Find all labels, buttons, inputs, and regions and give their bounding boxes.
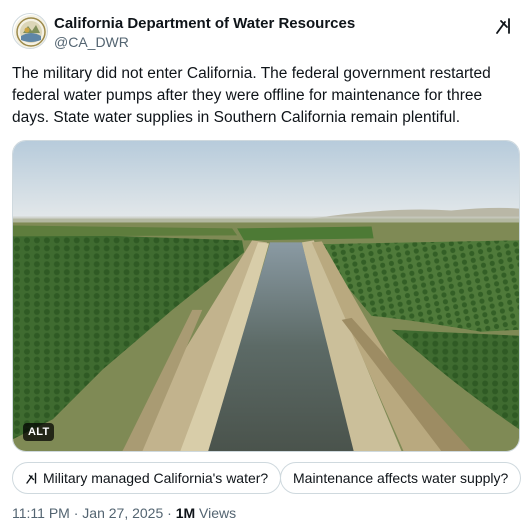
alt-text-badge[interactable]: ALT [23, 423, 55, 441]
grok-suggestion-chip[interactable]: Military managed California's water? [12, 462, 282, 494]
views-count: 1M [175, 505, 196, 521]
post-timestamp[interactable]: 11:11 PM · Jan 27, 2025 · [12, 505, 176, 521]
post-image[interactable]: ALT [12, 140, 520, 452]
account-handle[interactable]: @CA_DWR [54, 34, 129, 50]
chip-label: Maintenance affects water supply? [293, 470, 509, 486]
post-text: The military did not enter California. T… [12, 65, 491, 126]
account-display-name[interactable]: California Department of Water Resources [54, 15, 355, 32]
post-header: California Department of Water Resources… [12, 12, 520, 52]
grok-suggestions: Military managed California's water? Mai… [12, 462, 522, 494]
grok-icon[interactable] [492, 14, 516, 38]
aqueduct-photo [13, 141, 519, 451]
state-seal-icon [14, 15, 47, 48]
views-label: Views [195, 505, 237, 521]
grok-icon [25, 471, 39, 485]
grok-suggestion-chip[interactable]: Maintenance affects water supply? [280, 462, 522, 494]
post-meta: 11:11 PM · Jan 27, 2025 · 1M Views [12, 505, 236, 521]
avatar[interactable] [12, 13, 48, 49]
chip-label: Military managed California's water? [43, 470, 269, 486]
